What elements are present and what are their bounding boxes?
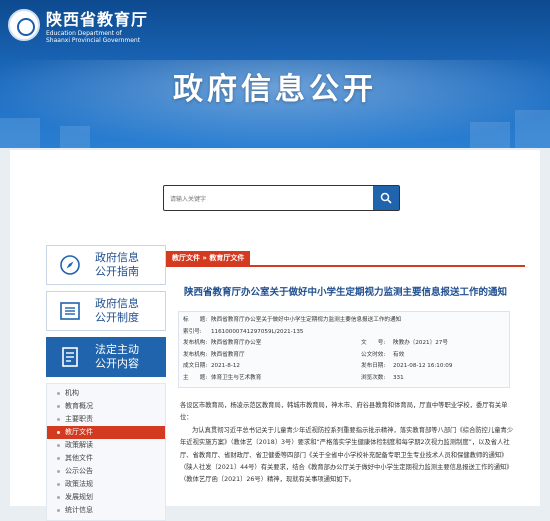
sidebar-item-label: 其他文件 [65, 454, 93, 462]
meta-key: 成文日期: [183, 363, 208, 369]
meta-key: 主 题: [183, 374, 208, 381]
site-name: 陕西省教育厅 [46, 10, 149, 29]
search-input[interactable] [170, 195, 360, 205]
article-body: 各设区市教育局，杨凌示范区教育局，韩城市教育局，神木市、府谷县教育和体育局，厅直… [180, 400, 515, 487]
sidebar-btn-content-l2: 公开内容 [95, 357, 139, 370]
meta-key: 索引号: [183, 328, 202, 335]
sidebar-item-label: 公示公告 [65, 467, 93, 475]
meta-value: 有效 [393, 351, 405, 358]
sidebar-item-label: 政策法规 [65, 480, 93, 488]
site-name-en-1: Education Department of [46, 30, 122, 37]
meta-key: 发布机构: [183, 351, 208, 358]
sidebar-item-label: 主要职责 [65, 415, 93, 423]
meta-value: 陕西省教育厅办公室关于做好中小学生定期视力监测主要信息报送工作的通知 [211, 317, 402, 323]
sidebar-item-zhize[interactable]: 主要职责 [47, 413, 165, 426]
document-icon [62, 347, 78, 367]
meta-value: 陕西省教育厅办公室 [211, 340, 262, 346]
article-meta: 标 题: 陕西省教育厅办公室关于做好中小学生定期视力监测主要信息报送工作的通知 索… [178, 311, 510, 388]
sidebar-item-label: 教育概况 [65, 402, 93, 410]
sidebar-btn-content[interactable]: 法定主动 公开内容 [46, 337, 166, 377]
site-name-en-2: Shaanxi Provincial Government [46, 37, 141, 44]
sidebar-item-guihua[interactable]: 发展规划 [47, 491, 165, 504]
meta-row: 发布机构: 陕西省教育厅办公室 文 号: 陕教办〔2021〕27号 [183, 338, 505, 350]
meta-value: 2021-08-12 16:10:09 [393, 363, 453, 369]
search-icon [380, 192, 392, 204]
meta-value: 陕教办〔2021〕27号 [393, 340, 448, 346]
sidebar-item-jiedu[interactable]: 政策解读 [47, 439, 165, 452]
banner-title: 政府信息公开 [173, 72, 377, 107]
search-box [163, 185, 400, 211]
breadcrumb-divider [166, 265, 525, 267]
sidebar-btn-content-l1: 法定主动 [95, 343, 139, 356]
emblem-icon [8, 9, 40, 41]
meta-value: 331 [393, 374, 404, 381]
sidebar-item-fagui[interactable]: 政策法规 [47, 478, 165, 491]
meta-value: 11610000741297059L/2021-135 [211, 328, 304, 335]
meta-key: 发布机构: [183, 340, 208, 346]
meta-key: 公文时效: [361, 351, 386, 358]
sidebar-btn-system[interactable]: 政府信息 公开制度 [46, 291, 166, 331]
header-banner: 陕西省教育厅 Education Department of Shaanxi P… [0, 0, 550, 148]
meta-row: 发布机构: 陕西省教育厅 公文时效: 有效 [183, 350, 505, 362]
meta-row: 标 题: 陕西省教育厅办公室关于做好中小学生定期视力监测主要信息报送工作的通知 [183, 315, 505, 327]
sidebar-item-gaikuang[interactable]: 教育概况 [47, 400, 165, 413]
sidebar-item-jigou[interactable]: 机构 [47, 387, 165, 400]
search-button[interactable] [373, 186, 399, 210]
sidebar-btn-system-l1: 政府信息 [95, 297, 139, 310]
main-content: 教厅文件 » 教育厅文件 陕西省教育厅办公室关于做好中小学生定期视力监测主要信息… [166, 245, 525, 487]
article-recipients: 各设区市教育局，杨凌示范区教育局，韩城市教育局，神木市、府谷县教育和体育局，厅直… [180, 402, 508, 422]
list-icon [60, 302, 80, 320]
sidebar-item-label: 发展规划 [65, 493, 93, 501]
sidebar-item-label: 机构 [65, 389, 79, 397]
meta-value: 2021-8-12 [211, 363, 240, 369]
sidebar-item-gonggao[interactable]: 公示公告 [47, 465, 165, 478]
sidebar-item-label: 教厅文件 [65, 428, 93, 436]
article-paragraph: 为认真贯彻习近平总书记关于儿童青少年近视防控系列重要指示批示精神，落实教育部等八… [180, 426, 514, 484]
breadcrumb[interactable]: 教厅文件 » 教育厅文件 [166, 251, 251, 265]
sidebar-btn-system-l2: 公开制度 [95, 311, 139, 324]
sidebar-btn-guide-l2: 公开指南 [95, 265, 139, 278]
site-logo[interactable]: 陕西省教育厅 Education Department of Shaanxi P… [8, 6, 148, 44]
content-panel: 政府信息公开指南 政府信息公开制度 法定主动公开内容 机构 教育概况 主要职责 … [10, 150, 540, 521]
meta-value: 体育卫生与艺术教育 [211, 374, 262, 381]
sidebar-item-wenjian[interactable]: 教厅文件 [47, 426, 165, 439]
meta-key: 浏览次数: [361, 374, 386, 381]
meta-row: 主 题: 体育卫生与艺术教育 浏览次数: 331 [183, 373, 505, 385]
sidebar-btn-guide[interactable]: 政府信息 公开指南 [46, 245, 166, 285]
article-title: 陕西省教育厅办公室关于做好中小学生定期视力监测主要信息报送工作的通知 [183, 287, 507, 298]
meta-key: 文 号: [361, 340, 386, 346]
compass-icon [60, 255, 80, 275]
meta-row: 成文日期: 2021-8-12 发布日期: 2021-08-12 16:10:09 [183, 361, 505, 373]
sidebar-list: 机构 教育概况 主要职责 教厅文件 政策解读 其他文件 公示公告 政策法规 发展… [46, 383, 166, 521]
meta-row: 索引号: 11610000741297059L/2021-135 [183, 327, 505, 339]
meta-key: 标 题: [183, 317, 208, 323]
sidebar-item-qita[interactable]: 其他文件 [47, 452, 165, 465]
sidebar-item-label: 政策解读 [65, 441, 93, 449]
meta-key: 发布日期: [361, 363, 386, 369]
meta-value: 陕西省教育厅 [211, 351, 245, 358]
sidebar: 政府信息 公开指南 政府信息 公开制度 法定主动 公开内容 机构 教育概况 主要职责 … [46, 245, 166, 521]
sidebar-btn-guide-l1: 政府信息 [95, 251, 139, 264]
